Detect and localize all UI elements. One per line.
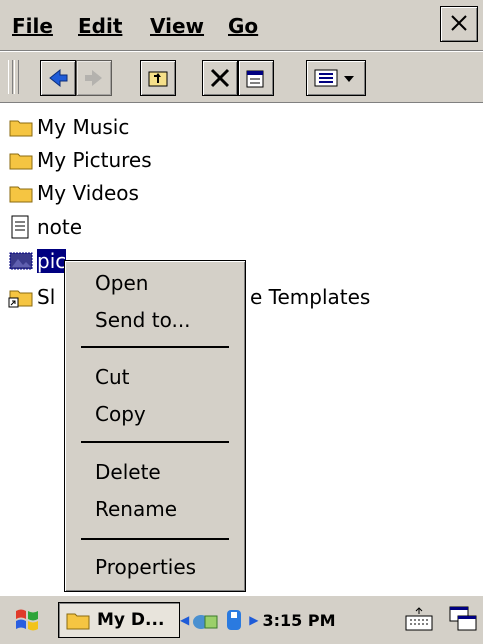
clock[interactable]: 3:15 PM (262, 611, 335, 630)
shortcut-folder-icon (8, 290, 33, 308)
toolbar-grip-2 (14, 60, 19, 94)
delete-x-icon (210, 68, 230, 88)
properties-icon (246, 70, 264, 88)
context-properties[interactable]: Properties (95, 555, 196, 579)
close-icon (451, 15, 467, 31)
context-open[interactable]: Open (95, 271, 148, 295)
menu-view[interactable]: View (150, 14, 204, 38)
properties-button[interactable] (238, 60, 274, 96)
toolbar-grip[interactable] (8, 60, 13, 94)
folder-icon (66, 613, 90, 630)
list-item-templates[interactable]: Sl (8, 282, 55, 312)
context-menu: Open Send to... Cut Copy Delete Rename P… (64, 260, 246, 592)
file-label: note (37, 215, 83, 239)
menu-go[interactable]: Go (228, 14, 258, 38)
list-item-my-pictures[interactable]: My Pictures (8, 145, 152, 175)
menu-file-label: File (12, 14, 53, 38)
context-separator (81, 538, 229, 540)
usb-connection-icon[interactable] (223, 608, 245, 632)
context-send-to[interactable]: Send to... (95, 308, 191, 332)
folder-icon (9, 120, 33, 137)
menu-edit-label: Edit (78, 14, 123, 38)
menu-go-label: Go (228, 14, 259, 38)
menu-edit[interactable]: Edit (78, 14, 122, 38)
windows-flag-icon (16, 609, 38, 631)
list-item-pic[interactable]: pic (8, 246, 68, 276)
file-label: My Music (37, 115, 130, 139)
file-label: My Videos (37, 181, 139, 205)
keyboard-button[interactable] (402, 602, 436, 636)
start-button[interactable] (10, 602, 44, 636)
context-delete[interactable]: Delete (95, 460, 161, 484)
back-button[interactable] (40, 60, 76, 96)
menu-view-label: View (150, 14, 205, 38)
menu-bar: File Edit View Go (0, 0, 483, 51)
delete-button[interactable] (202, 60, 238, 96)
keyboard-icon (405, 607, 433, 631)
list-item-my-videos[interactable]: My Videos (8, 178, 139, 208)
tray-right-arrow-icon[interactable]: ▶ (249, 613, 258, 627)
menu-file[interactable]: File (12, 14, 53, 38)
context-separator (81, 441, 229, 443)
tray-left-arrow-icon[interactable]: ◀ (180, 613, 189, 627)
list-item-templates-tail[interactable]: e Templates (250, 282, 370, 312)
file-label: My Pictures (37, 148, 152, 172)
image-file-icon (9, 252, 33, 270)
view-list-icon (314, 69, 354, 87)
context-cut[interactable]: Cut (95, 365, 129, 389)
list-item-my-music[interactable]: My Music (8, 112, 129, 142)
close-button[interactable] (440, 6, 478, 42)
file-label: pic (35, 248, 68, 274)
system-tray: ◀ ▶ 3:15 PM (180, 604, 390, 636)
folder-icon (9, 153, 33, 170)
up-folder-icon (148, 71, 168, 87)
list-item-note[interactable]: note (8, 212, 82, 242)
taskbar: My D... ◀ ▶ 3:15 PM (0, 595, 483, 644)
context-copy[interactable]: Copy (95, 402, 146, 426)
cascade-windows-icon (449, 606, 477, 631)
text-file-icon (11, 215, 29, 239)
back-arrow-icon (49, 68, 68, 88)
context-rename[interactable]: Rename (95, 497, 177, 521)
up-folder-button[interactable] (140, 60, 176, 96)
taskbar-window-label: My D... (97, 610, 165, 630)
taskbar-window-button[interactable]: My D... (58, 602, 180, 638)
forward-button[interactable] (76, 60, 112, 96)
view-menu-button[interactable] (306, 60, 366, 96)
folder-icon (9, 186, 33, 203)
file-label-end: e Templates (250, 285, 371, 309)
switch-windows-button[interactable] (446, 602, 480, 636)
forward-arrow-icon (85, 70, 102, 86)
toolbar (0, 52, 483, 103)
network-icon[interactable] (191, 608, 219, 632)
file-label-start: Sl (37, 285, 56, 309)
context-separator (81, 346, 229, 348)
